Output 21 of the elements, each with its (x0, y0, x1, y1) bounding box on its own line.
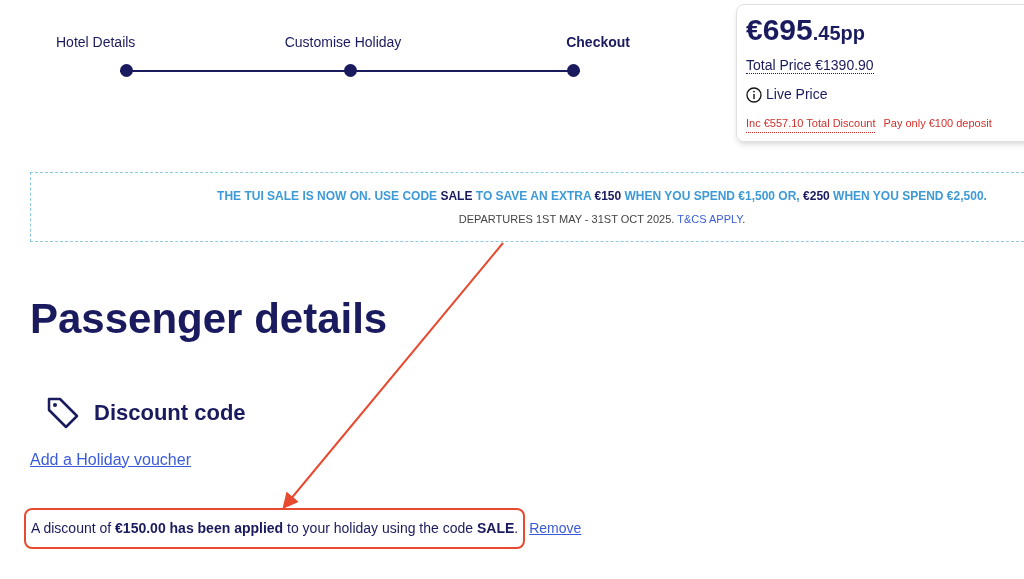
departure-dates: DEPARTURES 1ST MAY - 31ST OCT 2025. (458, 212, 676, 225)
discount-total[interactable]: Inc €557.10 Total Discount (746, 115, 876, 133)
deposit-note: Pay only €100 deposit (883, 116, 992, 131)
period: . (742, 212, 746, 225)
discount-applied-message: A discount of €150.00 has been applied to your holiday using the code SALE. (24, 507, 526, 549)
step-label: Customise Holiday (284, 34, 402, 50)
tag-icon (46, 395, 80, 430)
terms-link[interactable]: T&CS APPLY (677, 212, 743, 225)
section-title: Discount code (94, 399, 246, 427)
page-title: Passenger details (30, 293, 389, 344)
total-price[interactable]: Total Price €1390.90 (746, 57, 874, 74)
sale-headline: THE TUI SALE IS NOW ON. USE CODE SALE TO SAVE AN EXTRA €150 WHEN YOU SPEND €1,500 OR, €250 WHEN YOU SPEND €2,500. (217, 187, 987, 205)
step-label: Checkout (566, 34, 630, 50)
step-label: Hotel Details (56, 34, 136, 50)
info-icon (746, 86, 762, 103)
voucher-link[interactable]: Add a Holiday voucher (30, 450, 191, 468)
live-price: Live Price (766, 85, 828, 104)
price-unit: pp (840, 21, 865, 46)
price-decimals: .45 (812, 21, 841, 46)
price: €695 (746, 12, 813, 48)
remove-link[interactable]: Remove (529, 517, 582, 539)
